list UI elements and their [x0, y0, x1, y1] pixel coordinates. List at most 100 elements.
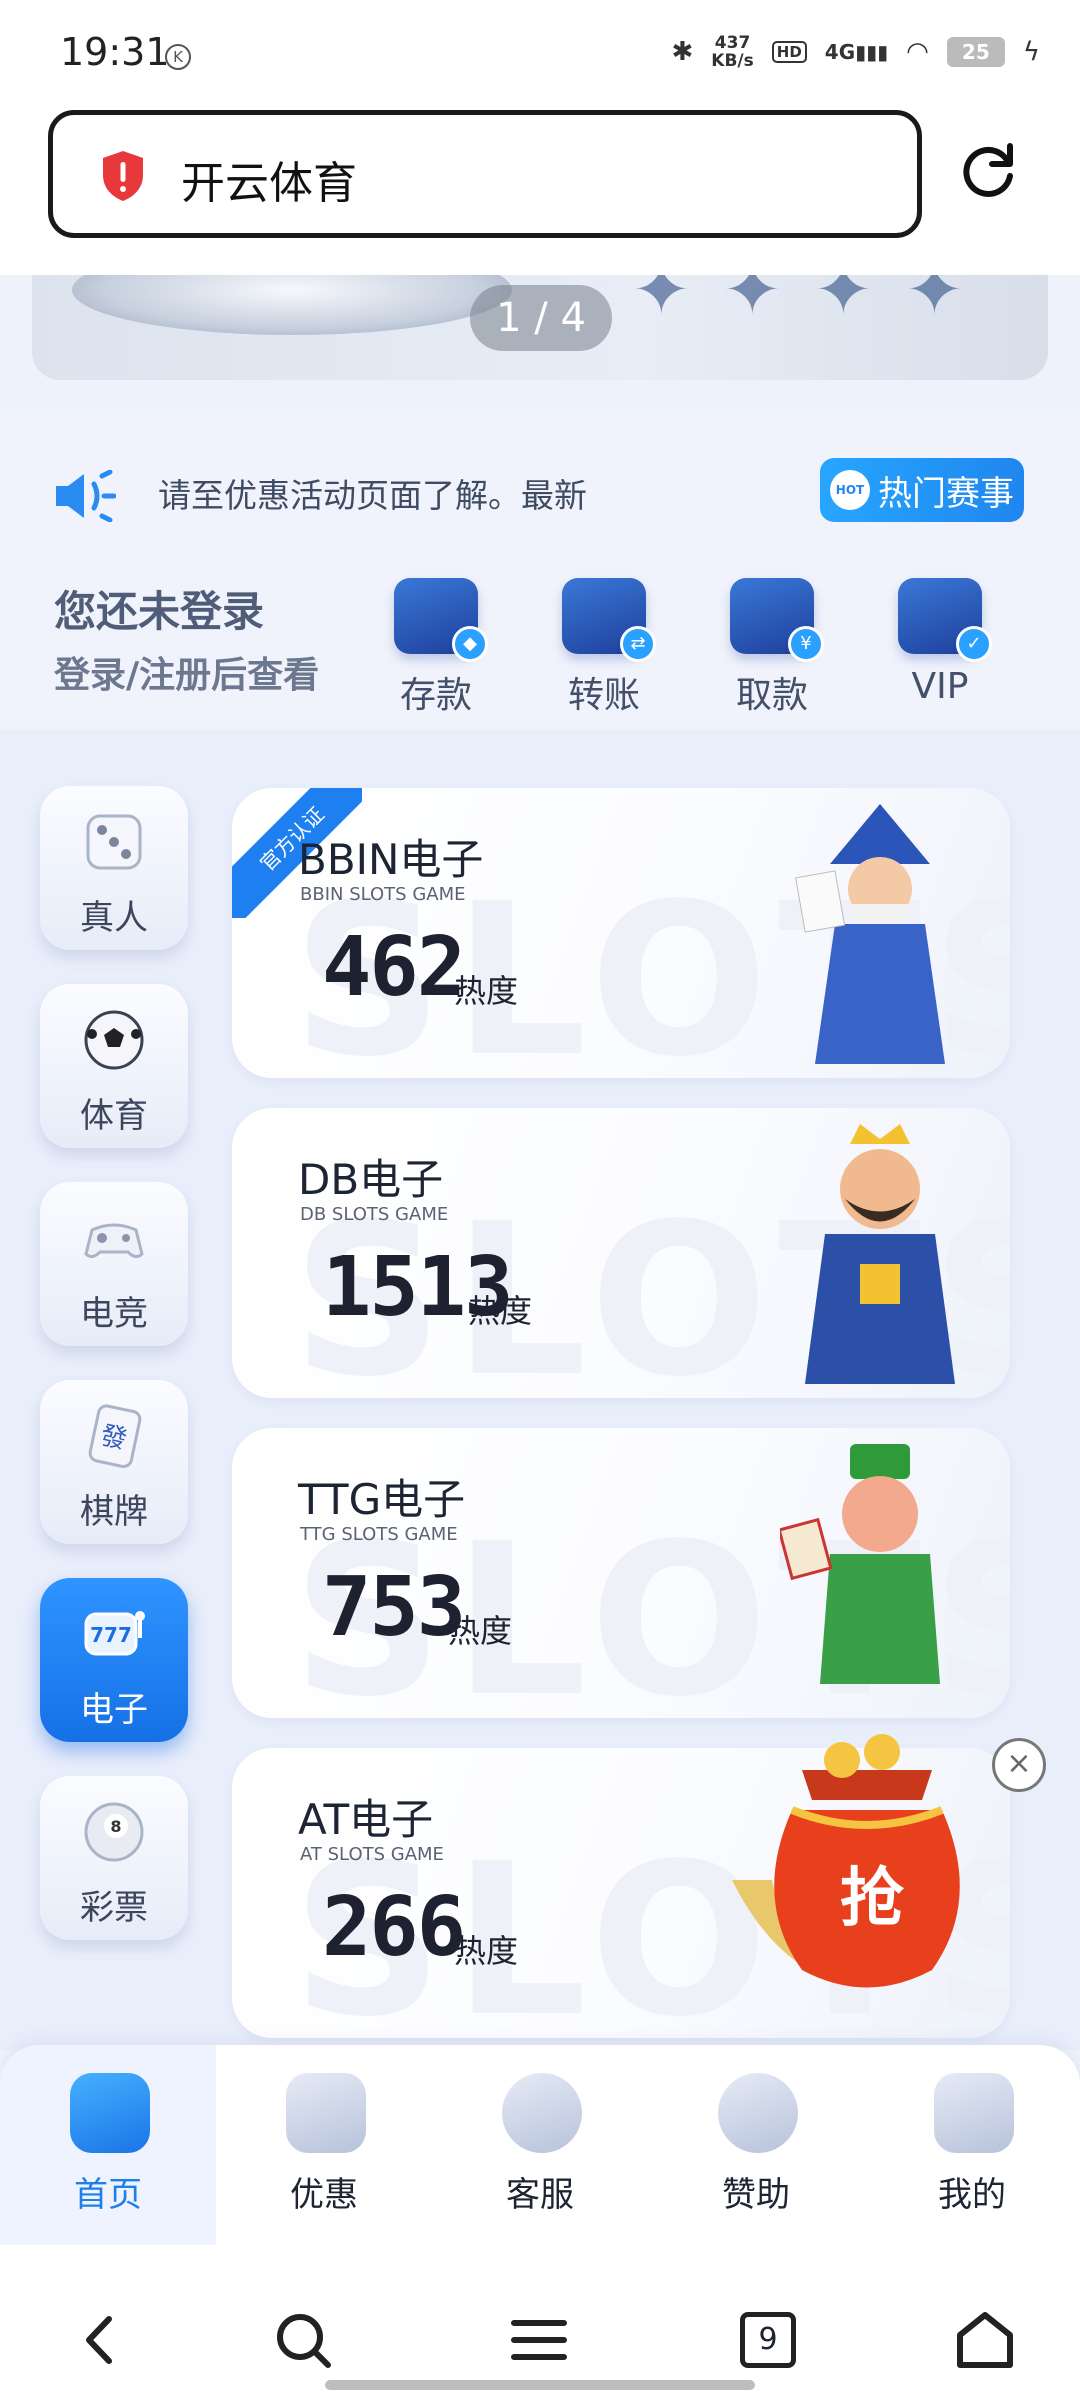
transfer-label: 转账	[567, 675, 640, 716]
headset-icon	[502, 2073, 582, 2153]
wallet-icon: ◆	[394, 578, 488, 662]
login-subtitle[interactable]: 登录/注册后查看	[54, 646, 319, 698]
withdraw-button[interactable]: ¥ 取款	[712, 578, 832, 718]
wifi-icon: ◠	[906, 37, 929, 67]
card-title: BBIN电子	[298, 835, 484, 884]
tab-sponsor[interactable]: 赞助	[648, 2045, 864, 2245]
back-icon[interactable]	[65, 2305, 135, 2375]
status-icons: ✱ 437 KB/s HD 4G▮▮▮ ◠ 25 ϟ	[672, 34, 1041, 70]
tab-label: 优惠	[290, 2175, 358, 2215]
gamepad-icon	[84, 1223, 144, 1259]
game-card-db[interactable]: SLOTS GA DB电子 DB SLOTS GAME 1513 热度	[232, 1108, 1010, 1398]
mahjong-tile-icon: 發	[88, 1404, 142, 1468]
billiard-ball-icon: 8	[84, 1802, 144, 1862]
gift-icon	[286, 2073, 366, 2153]
status-bar: 19:31 K ✱ 437 KB/s HD 4G▮▮▮ ◠ 25 ϟ	[0, 0, 1080, 110]
game-card-bbin[interactable]: SLOTS GA 官方认证 BBIN电子 BBIN SLOTS GAME 462…	[232, 788, 1010, 1078]
game-card-ttg[interactable]: SLOTS GA TTG电子 TTG SLOTS GAME 753 热度	[232, 1428, 1010, 1718]
home-nav-icon[interactable]	[950, 2305, 1020, 2375]
card-heat-value: 266	[322, 1880, 466, 1975]
soccer-ball-icon	[84, 1010, 144, 1070]
card-subtitle: BBIN SLOTS GAME	[300, 884, 466, 905]
card-subtitle: AT SLOTS GAME	[300, 1844, 444, 1865]
battery-icon: 25	[946, 37, 1005, 67]
card-heat-label: 热度	[448, 1612, 513, 1650]
category-esports[interactable]: 电竞	[40, 1182, 188, 1346]
k-badge-icon: K	[165, 44, 191, 70]
category-chess-cards[interactable]: 發 棋牌	[40, 1380, 188, 1544]
card-heat-label: 热度	[468, 1292, 533, 1330]
tab-support[interactable]: 客服	[432, 2045, 648, 2245]
bluetooth-icon: ✱	[671, 37, 694, 67]
svg-text:8: 8	[110, 1817, 121, 1836]
network-speed: 437 KB/s	[711, 33, 754, 71]
hot-events-button[interactable]: HOT 热门赛事	[820, 458, 1024, 522]
vip-button[interactable]: ✓ VIP	[880, 578, 1000, 718]
category-sports[interactable]: 体育	[40, 984, 188, 1148]
card-heat-label: 热度	[454, 972, 519, 1010]
category-label: 体育	[80, 1096, 148, 1136]
tab-label: 赞助	[722, 2175, 790, 2215]
signal-icon: 4G▮▮▮	[824, 40, 889, 64]
transfer-button[interactable]: ⇄ 转账	[544, 578, 664, 718]
card-subtitle: TTG SLOTS GAME	[300, 1524, 458, 1545]
category-label: 棋牌	[80, 1492, 148, 1532]
tab-label: 我的	[938, 2175, 1006, 2215]
speaker-icon	[56, 470, 116, 522]
category-label: 电竞	[80, 1294, 148, 1334]
banner-pager: 1 / 4	[470, 285, 612, 351]
card-title: TTG电子	[298, 1475, 466, 1524]
site-name: 开云体育	[181, 158, 357, 209]
home-icon	[70, 2073, 150, 2153]
tab-profile[interactable]: 我的	[864, 2045, 1080, 2245]
tabs-count-button[interactable]: 9	[740, 2312, 796, 2368]
gesture-bar	[325, 2380, 755, 2390]
card-title: AT电子	[298, 1795, 434, 1844]
vip-shield-icon: ✓	[898, 578, 992, 662]
category-lottery[interactable]: 8 彩票	[40, 1776, 188, 1940]
vip-label: VIP	[911, 666, 969, 707]
medal-icon	[718, 2073, 798, 2153]
reload-icon[interactable]	[960, 140, 1020, 200]
withdraw-label: 取款	[735, 675, 808, 716]
notice-marquee[interactable]: 请至优惠活动页面了解。最新	[158, 468, 638, 524]
category-slots[interactable]: 777 电子	[40, 1578, 188, 1742]
hd-icon: HD	[771, 41, 807, 63]
promo-label: 抢	[840, 1861, 905, 1936]
status-time: 19:31	[60, 30, 170, 74]
bottom-tab-bar: 首页 优惠 客服 赞助 我的	[0, 2045, 1080, 2245]
deposit-button[interactable]: ◆ 存款	[376, 578, 496, 718]
address-bar[interactable]: 开云体育	[48, 110, 922, 238]
promo-close-button[interactable]: ×	[992, 1738, 1046, 1792]
red-bag-promo-icon[interactable]: 抢	[712, 1730, 1012, 2020]
search-icon[interactable]	[268, 2305, 338, 2375]
browser-nav-bar: 9	[0, 2245, 1080, 2400]
hot-events-label: 热门赛事	[878, 473, 1014, 514]
shield-warning-icon	[103, 151, 143, 201]
profile-icon	[934, 2073, 1014, 2153]
hot-badge-icon: HOT	[830, 470, 870, 510]
card-heat-value: 753	[322, 1560, 466, 1655]
category-label: 彩票	[80, 1888, 148, 1928]
wizard-character-icon	[795, 804, 945, 1064]
transfer-icon: ⇄	[562, 578, 656, 662]
king-character-icon	[805, 1124, 955, 1384]
category-label: 真人	[80, 898, 148, 938]
menu-icon[interactable]	[504, 2305, 574, 2375]
tab-promotions[interactable]: 优惠	[216, 2045, 432, 2245]
svg-text:777: 777	[90, 1623, 132, 1647]
card-title: DB电子	[298, 1155, 444, 1204]
dice-icon	[86, 814, 142, 870]
deposit-label: 存款	[399, 675, 472, 716]
banner-decoration: ✦ ✦ ✦ ✦	[632, 275, 968, 331]
banner-image	[72, 275, 512, 335]
card-icon: ¥	[730, 578, 824, 662]
tab-home[interactable]: 首页	[0, 2045, 216, 2245]
slot-machine-icon: 777	[84, 1611, 145, 1656]
login-title[interactable]: 您还未登录	[54, 578, 264, 639]
leprechaun-character-icon	[780, 1444, 940, 1684]
card-heat-value: 462	[322, 920, 466, 1015]
tab-label: 首页	[74, 2175, 142, 2215]
category-live[interactable]: 真人	[40, 786, 188, 950]
tab-label: 客服	[506, 2175, 574, 2215]
